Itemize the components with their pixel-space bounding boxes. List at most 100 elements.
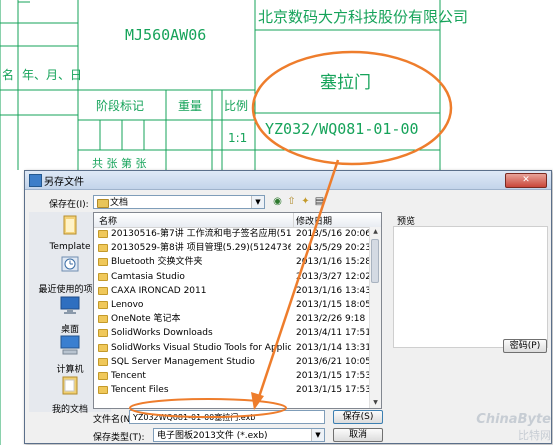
file-date: 2013/1/16 15:28 [296, 257, 371, 268]
column-modified-header[interactable]: 修改日期 [296, 214, 332, 227]
file-row[interactable]: Tencent Files 2013/1/15 17:53 [94, 384, 371, 397]
folder-icon [98, 286, 108, 295]
preview-area [393, 226, 548, 348]
file-list-header: 名称 修改日期 [94, 213, 381, 228]
filetype-value: 电子图板2013文件 (*.exb) [157, 431, 268, 441]
part-name: 塞拉门 [320, 73, 371, 93]
col-date-label: 年、月、日 [22, 68, 83, 82]
folder-icon [98, 372, 108, 380]
file-name: Tencent [111, 371, 146, 381]
company-name: 北京数码大方科技股份有限公司 [258, 8, 469, 26]
save-in-combo[interactable]: 文档 ▼ [93, 195, 265, 209]
scroll-up-icon[interactable]: ▲ [370, 227, 381, 237]
column-name-header[interactable]: 名称 [99, 214, 117, 227]
chevron-down-icon[interactable]: ▼ [311, 429, 324, 441]
filetype-combo[interactable]: 电子图板2013文件 (*.exb) ▼ [153, 428, 325, 442]
folder-icon [98, 230, 108, 238]
new-folder-icon[interactable]: ✦ [299, 195, 312, 208]
sheet-count-label: 共 张 第 张 [92, 157, 147, 170]
chevron-down-icon[interactable]: ▼ [251, 196, 264, 208]
file-name: 20130516-第7讲 工作流和电子签名应用(514098... [111, 229, 291, 239]
password-button[interactable]: 密码(P) [503, 339, 547, 353]
file-date: 2013/1/15 17:53 [296, 385, 371, 396]
file-row[interactable]: SolidWorks Visual Studio Tools for Appli… [94, 342, 371, 355]
documents-folder-icon [97, 199, 109, 208]
scroll-thumb[interactable] [371, 239, 379, 283]
save-dialog: 另存文件 ✕ 保存在(I): 文档 ▼ ◉ ⇧ ✦ ▤ Template 最近使… [24, 170, 552, 444]
column-separator [293, 213, 294, 227]
file-date: 2013/4/11 17:51 [296, 328, 371, 339]
file-row[interactable]: SQL Server Management Studio 2013/6/21 10… [94, 356, 371, 369]
computer-icon [60, 335, 80, 355]
save-in-label: 保存在(I): [49, 200, 89, 210]
file-name: Tencent Files [111, 385, 169, 396]
file-name: Lenovo [111, 300, 144, 310]
file-date: 2013/5/29 20:23 [296, 243, 371, 254]
dialog-body: 保存在(I): 文档 ▼ ◉ ⇧ ✦ ▤ Template 最近使用的项目 桌面… [25, 190, 551, 443]
dialog-title: 另存文件 [44, 177, 84, 188]
folder-icon [98, 272, 108, 281]
folder-icon [98, 357, 108, 366]
watermark-bottom: 比特网 [518, 429, 551, 442]
file-row[interactable]: CAXA IRONCAD 2011 2013/1/16 13:43 [94, 285, 371, 298]
file-row[interactable]: Lenovo 2013/1/15 18:05 [94, 299, 371, 312]
scale-label: 比例 [224, 99, 249, 113]
documents-icon [62, 376, 78, 395]
stage-mark-label: 阶段标记 [96, 99, 145, 113]
close-button[interactable]: ✕ [505, 173, 547, 188]
file-row[interactable]: 20130529-第8讲 项目管理(5.29)(512473693) 2013/5… [94, 242, 371, 255]
file-date: 2013/1/15 17:53 [296, 371, 371, 381]
col-name-label: 名 [2, 68, 15, 82]
file-name: SQL Server Management Studio [111, 356, 255, 367]
folder-icon [63, 215, 77, 235]
desktop-icon [60, 296, 80, 314]
scale-value: 1:1 [228, 131, 248, 145]
file-date: 2013/1/14 13:31 [296, 342, 371, 353]
dialog-titlebar[interactable]: 另存文件 ✕ [25, 171, 551, 190]
file-name: SolidWorks Downloads [111, 328, 213, 339]
folder-icon [98, 343, 108, 352]
app-icon [29, 174, 42, 187]
folder-icon [98, 329, 108, 338]
cancel-button[interactable]: 取消 [333, 428, 383, 442]
watermark: ChinaByte 比特网 [476, 412, 551, 443]
file-date: 2013/1/15 18:05 [296, 300, 371, 310]
file-name: OneNote 笔记本 [111, 314, 181, 325]
drawing-code: MJ560AW06 [125, 26, 207, 44]
folder-icon [98, 244, 108, 253]
file-date: 2013/3/27 12:02 [296, 271, 371, 282]
filename-input[interactable]: YZ032WQ081-01-00塞拉门.exb [129, 410, 325, 424]
file-date: 2013/1/16 13:43 [296, 285, 371, 296]
file-date: 2013/2/26 9:18 [296, 314, 366, 325]
file-row[interactable]: Camtasia Studio 2013/3/27 12:02 [94, 271, 371, 284]
save-button[interactable]: 保存(S) [333, 410, 383, 424]
weight-label: 重量 [178, 99, 203, 113]
folder-icon [98, 386, 108, 395]
file-name: SolidWorks Visual Studio Tools for Appli… [111, 342, 291, 353]
file-date: 2013/6/21 10:05 [296, 356, 371, 367]
file-name: Camtasia Studio [111, 271, 185, 282]
file-list[interactable]: 名称 修改日期 20130516-第7讲 工作流和电子签名应用(514098..… [93, 212, 382, 409]
file-row[interactable]: SolidWorks Downloads 2013/4/11 17:51 [94, 327, 371, 340]
back-icon[interactable]: ◉ [271, 195, 284, 208]
file-date: 2013/5/16 20:06 [296, 229, 371, 239]
file-row[interactable]: Bluetooth 交换文件夹 2013/1/16 15:28 [94, 256, 371, 269]
vertical-scrollbar[interactable]: ▲ ▼ [369, 227, 381, 408]
filename-value: YZ032WQ081-01-00塞拉门.exb [133, 413, 256, 422]
file-name: CAXA IRONCAD 2011 [111, 285, 207, 296]
watermark-top: ChinaByte [476, 412, 551, 427]
file-row[interactable]: OneNote 笔记本 2013/2/26 9:18 [94, 313, 369, 326]
folder-icon [98, 258, 108, 267]
file-row[interactable]: Tencent 2013/1/15 17:53 [94, 370, 371, 383]
scroll-down-icon[interactable]: ▼ [370, 398, 381, 408]
recent-icon [61, 256, 79, 272]
up-folder-icon[interactable]: ⇧ [285, 195, 298, 208]
part-number: YZ032/WQ081-01-00 [265, 120, 419, 138]
filetype-label: 保存类型(T): [93, 433, 145, 443]
view-menu-icon[interactable]: ▤ [313, 195, 326, 208]
save-in-value: 文档 [110, 198, 129, 208]
folder-icon [98, 315, 108, 324]
folder-icon [98, 301, 108, 309]
file-name: 20130529-第8讲 项目管理(5.29)(512473693) [111, 243, 291, 254]
file-row[interactable]: 20130516-第7讲 工作流和电子签名应用(514098... 2013/5/… [94, 228, 371, 241]
